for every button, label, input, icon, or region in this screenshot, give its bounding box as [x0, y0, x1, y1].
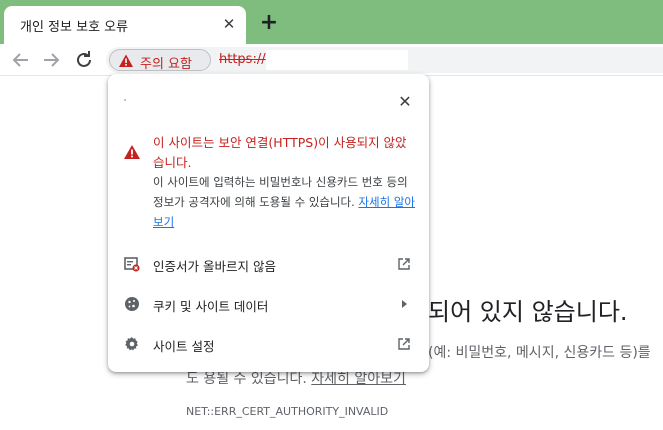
page-paragraph-prefix: 도 용될 수 있습니다.: [186, 371, 307, 387]
page-heading: 되어 있지 않습니다.: [428, 298, 628, 326]
security-chip-label: 주의 요함: [140, 57, 192, 72]
menu-item-cookies[interactable]: 쿠키 및 사이트 데이터: [108, 284, 429, 324]
url-text[interactable]: https://: [219, 52, 266, 67]
page-info-popup: ✕ 이 사이트는 보안 연결(HTTPS)이 사용되지 않았습니다. 이 사이트…: [108, 74, 429, 372]
popup-site-placeholder: [124, 99, 126, 101]
cookie-icon: [124, 296, 140, 312]
security-chip[interactable]: 주의 요함: [109, 49, 211, 72]
warning-title: 이 사이트는 보안 연결(HTTPS)이 사용되지 않았습니다.: [153, 135, 407, 170]
page-learn-more-link[interactable]: 자세히 알아보기: [311, 371, 406, 387]
tab-title: 개인 정보 보호 오류: [20, 20, 129, 35]
menu-item-label: 사이트 설정: [153, 339, 215, 354]
close-icon[interactable]: ✕: [395, 92, 415, 112]
plus-icon[interactable]: +: [258, 12, 280, 35]
tab-active[interactable]: 개인 정보 보호 오류 ✕: [4, 6, 246, 44]
arrow-right-icon[interactable]: [39, 48, 63, 72]
toolbar: 주의 요함 https://: [0, 44, 663, 76]
external-link-icon: [397, 336, 411, 350]
menu-item-label: 쿠키 및 사이트 데이터: [153, 299, 269, 314]
chevron-right-icon: [397, 296, 411, 310]
address-bar[interactable]: 주의 요함 https://: [106, 47, 663, 73]
certificate-icon: [124, 256, 140, 272]
arrow-left-icon[interactable]: [9, 48, 33, 72]
menu-item-label: 인증서가 올바르지 않음: [153, 259, 276, 274]
page-paragraph: (예: 비밀번호, 메시지, 신용카드 등)를: [428, 345, 651, 361]
error-code: NET::ERR_CERT_AUTHORITY_INVALID: [186, 405, 389, 418]
reload-icon[interactable]: [72, 48, 96, 72]
warning-icon: [123, 143, 141, 161]
menu-item-site-settings[interactable]: 사이트 설정: [108, 324, 429, 364]
warning-description: 이 사이트에 입력하는 비밀번호나 신용카드 번호 등의 정보가 공격자에 의해…: [153, 172, 421, 232]
close-icon[interactable]: ✕: [220, 15, 238, 33]
external-link-icon: [397, 256, 411, 270]
url-host-redacted: [266, 50, 408, 70]
warning-icon: [118, 53, 134, 69]
gear-icon: [124, 336, 140, 352]
tab-strip: 개인 정보 보호 오류 ✕ +: [0, 0, 663, 44]
menu-item-certificate[interactable]: 인증서가 올바르지 않음: [108, 244, 429, 284]
